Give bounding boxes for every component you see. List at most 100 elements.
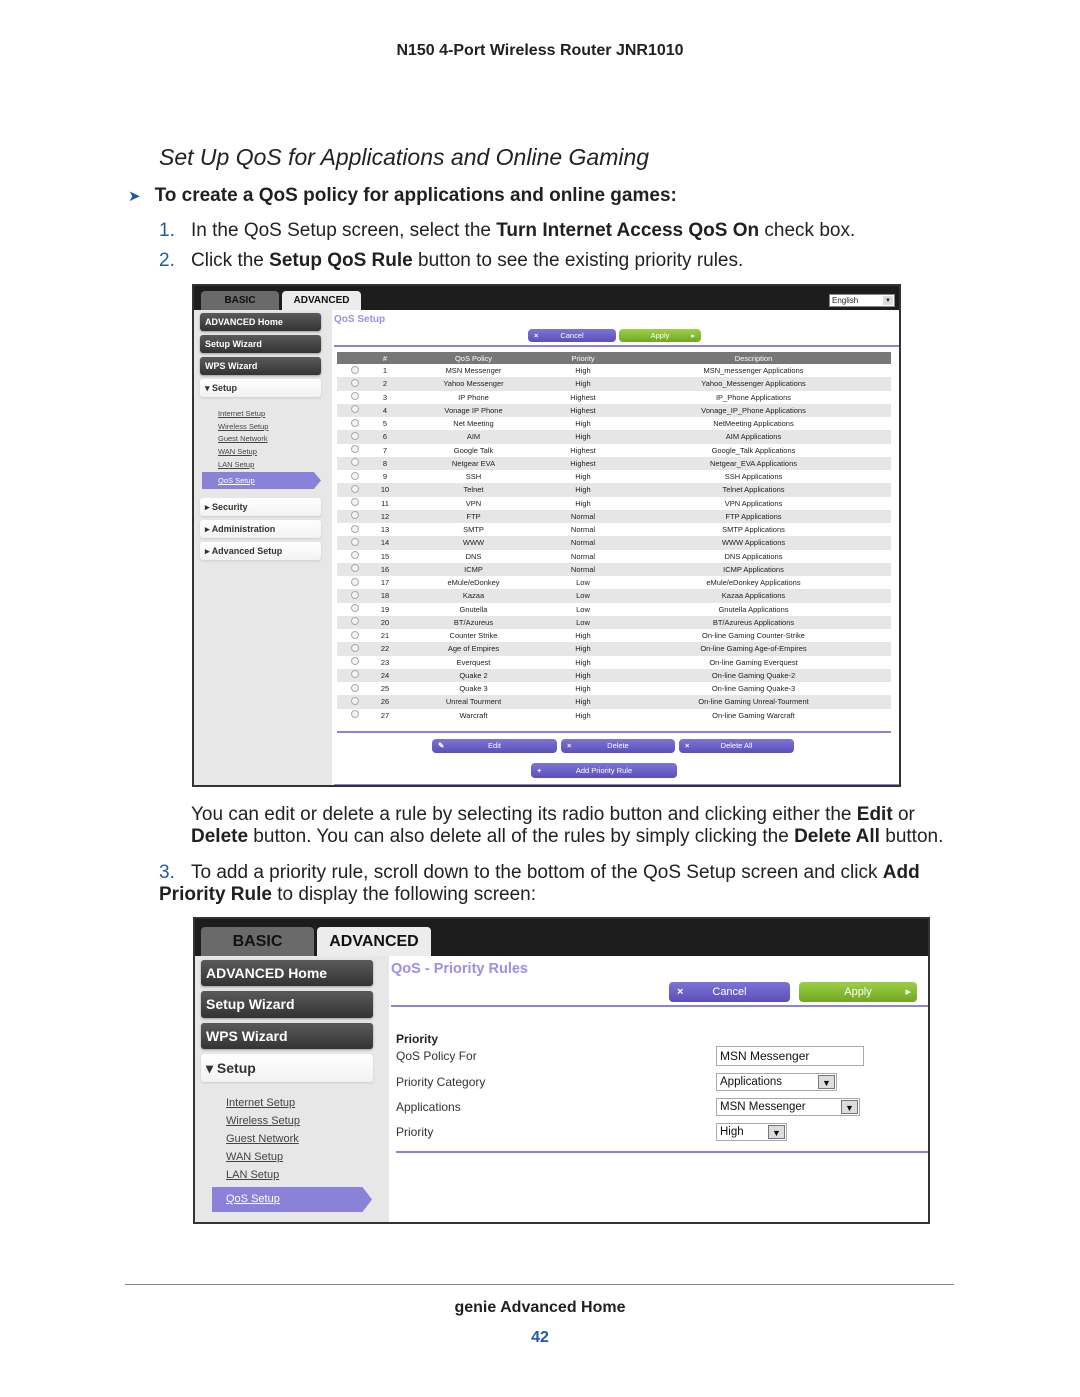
row-radio[interactable] bbox=[351, 471, 359, 480]
row-radio-cell bbox=[337, 377, 373, 391]
qos-setup-screenshot: BASIC ADVANCED English ▼ ADVANCED Home Se… bbox=[192, 284, 901, 787]
row-radio[interactable] bbox=[351, 537, 359, 546]
sidebar-advanced-home[interactable]: ADVANCED Home bbox=[200, 313, 321, 331]
row-radio[interactable] bbox=[351, 551, 359, 560]
row-radio[interactable] bbox=[351, 431, 359, 440]
cell-description: Google_Talk Applications bbox=[711, 445, 796, 455]
cell-priority: Low bbox=[576, 604, 590, 614]
cancel-button[interactable]: × Cancel bbox=[669, 982, 790, 1002]
sidebar-advanced-home[interactable]: ADVANCED Home bbox=[201, 960, 373, 986]
delete-button[interactable]: × Delete bbox=[561, 739, 675, 753]
row-radio-cell bbox=[337, 417, 373, 430]
tab-basic[interactable]: BASIC bbox=[201, 291, 279, 310]
link-internet-setup[interactable]: Internet Setup bbox=[218, 409, 265, 418]
link-wireless-setup[interactable]: Wireless Setup bbox=[226, 1115, 300, 1127]
sidebar-administration[interactable]: ▸ Administration bbox=[200, 520, 321, 538]
row-radio[interactable] bbox=[351, 630, 359, 639]
row-radio-cell bbox=[337, 668, 373, 682]
link-lan-setup[interactable]: LAN Setup bbox=[226, 1169, 279, 1181]
chevron-down-icon: ▼ bbox=[841, 1100, 858, 1114]
table-row: 3 IP Phone Highest IP_Phone Applications bbox=[337, 391, 891, 404]
cell-priority: High bbox=[575, 684, 591, 694]
row-radio[interactable] bbox=[351, 696, 359, 705]
table-row: 10 Telnet High Telnet Applications bbox=[337, 483, 891, 497]
t: Edit bbox=[856, 804, 893, 825]
cell-policy: Telnet bbox=[397, 483, 550, 497]
row-radio-cell bbox=[337, 615, 373, 629]
row-radio[interactable] bbox=[351, 511, 359, 520]
row-radio[interactable] bbox=[351, 670, 359, 679]
row-radio[interactable] bbox=[351, 418, 359, 427]
row-radio-cell bbox=[337, 430, 373, 444]
cell-priority: Low bbox=[550, 589, 616, 603]
row-radio-cell bbox=[337, 576, 373, 589]
step-number: 1. bbox=[159, 220, 175, 241]
link-wan-setup[interactable]: WAN Setup bbox=[226, 1151, 283, 1163]
row-radio[interactable] bbox=[351, 617, 359, 626]
apply-button[interactable]: Apply ▸ bbox=[619, 329, 701, 342]
cell-policy: ICMP bbox=[397, 562, 550, 576]
row-radio[interactable] bbox=[351, 590, 359, 599]
tab-basic[interactable]: BASIC bbox=[201, 927, 314, 956]
language-select[interactable]: English ▼ bbox=[829, 294, 895, 307]
priority-select[interactable]: High ▼ bbox=[716, 1123, 787, 1141]
qos-policy-for-input[interactable]: MSN Messenger bbox=[716, 1046, 864, 1066]
row-radio[interactable] bbox=[351, 604, 359, 613]
tab-advanced[interactable]: ADVANCED bbox=[282, 291, 361, 310]
row-radio[interactable] bbox=[351, 378, 359, 387]
apply-button[interactable]: Apply ▸ bbox=[799, 982, 917, 1002]
sidebar-advanced-setup[interactable]: ▸ Advanced Setup bbox=[200, 542, 321, 560]
add-priority-rule-button[interactable]: + Add Priority Rule bbox=[531, 763, 677, 778]
divider bbox=[337, 731, 891, 733]
value: High bbox=[720, 1126, 744, 1138]
table-row: 15 DNS Normal DNS Applications bbox=[337, 550, 891, 563]
link-qos-setup[interactable]: QoS Setup bbox=[202, 472, 321, 489]
row-radio[interactable] bbox=[351, 365, 359, 374]
cancel-button[interactable]: × Cancel bbox=[528, 329, 616, 342]
link-guest-network[interactable]: Guest Network bbox=[218, 434, 268, 443]
row-radio[interactable] bbox=[351, 484, 359, 493]
row-radio-cell bbox=[337, 456, 373, 470]
row-radio[interactable] bbox=[351, 445, 359, 454]
row-radio[interactable] bbox=[351, 657, 359, 666]
cell-policy: SSH bbox=[465, 472, 482, 482]
label: Advanced Setup bbox=[211, 546, 283, 556]
tab-advanced[interactable]: ADVANCED bbox=[317, 927, 431, 956]
cell-description: DNS Applications bbox=[724, 551, 783, 561]
cell-description: AIM Applications bbox=[616, 430, 891, 444]
row-radio[interactable] bbox=[351, 458, 359, 467]
sidebar-setup[interactable]: ▾ Setup bbox=[201, 1054, 373, 1082]
col-number: # bbox=[373, 352, 397, 364]
row-radio[interactable] bbox=[351, 498, 359, 507]
sidebar-setup[interactable]: ▾ Setup bbox=[200, 379, 321, 397]
link-qos-setup[interactable]: QoS Setup bbox=[212, 1187, 372, 1212]
row-radio[interactable] bbox=[351, 577, 359, 586]
link-wan-setup[interactable]: WAN Setup bbox=[218, 447, 257, 456]
row-radio[interactable] bbox=[351, 683, 359, 692]
link-guest-network[interactable]: Guest Network bbox=[226, 1133, 299, 1145]
sidebar-wps-wizard[interactable]: WPS Wizard bbox=[201, 1023, 373, 1049]
sidebar-security[interactable]: ▸ Security bbox=[200, 498, 321, 516]
link-wireless-setup[interactable]: Wireless Setup bbox=[218, 422, 268, 431]
sidebar-setup-wizard[interactable]: Setup Wizard bbox=[201, 991, 373, 1018]
step-1: 1. In the QoS Setup screen, select the Tu… bbox=[159, 220, 959, 242]
row-radio[interactable] bbox=[351, 524, 359, 533]
row-radio[interactable] bbox=[351, 392, 359, 401]
applications-select[interactable]: MSN Messenger ▼ bbox=[716, 1098, 860, 1116]
cell-number: 7 bbox=[382, 445, 388, 455]
cell-description: On-line Gaming Counter-Strike bbox=[702, 631, 805, 641]
priority-category-select[interactable]: Applications ▼ bbox=[716, 1073, 837, 1091]
row-radio[interactable] bbox=[351, 710, 359, 719]
cell-policy: Warcraft bbox=[459, 710, 488, 720]
link-lan-setup[interactable]: LAN Setup bbox=[218, 460, 254, 469]
row-radio[interactable] bbox=[351, 405, 359, 414]
row-radio[interactable] bbox=[351, 564, 359, 573]
sidebar-wps-wizard[interactable]: WPS Wizard bbox=[200, 357, 321, 375]
step-text: Click the bbox=[191, 250, 270, 271]
edit-button[interactable]: ✎ Edit bbox=[432, 739, 557, 753]
delete-all-button[interactable]: × Delete All bbox=[679, 739, 794, 753]
link-internet-setup[interactable]: Internet Setup bbox=[226, 1097, 295, 1109]
row-radio[interactable] bbox=[351, 643, 359, 652]
sidebar-setup-label: Setup bbox=[212, 383, 238, 393]
sidebar-setup-wizard[interactable]: Setup Wizard bbox=[200, 335, 321, 353]
